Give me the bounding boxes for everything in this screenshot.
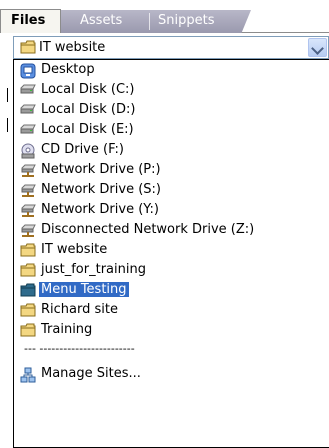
folder-icon xyxy=(20,323,36,337)
dropdown-item-label: Local Disk (D:) xyxy=(41,102,136,117)
dropdown-item-label: Disconnected Network Drive (Z:) xyxy=(41,222,255,237)
network-drive-icon xyxy=(20,223,36,239)
site-select-value: IT website xyxy=(39,40,106,55)
site-dropdown-list: Desktop Local Disk (C:) Local Disk (D:) Loc… xyxy=(13,59,329,448)
dropdown-item[interactable]: Local Disk (C:) xyxy=(16,80,316,100)
dropdown-item[interactable]: Disconnected Network Drive (Z:) xyxy=(16,220,316,240)
dropdown-item[interactable]: Richard site xyxy=(16,300,316,320)
folder-icon xyxy=(20,303,36,317)
dropdown-item[interactable]: CD Drive (F:) xyxy=(16,140,316,160)
folder-icon xyxy=(20,283,36,297)
manage-sites-item[interactable]: Manage Sites... xyxy=(16,364,316,384)
dropdown-item-label: Richard site xyxy=(41,302,118,317)
dropdown-item-label: just_for_training xyxy=(41,262,146,277)
hard-disk-icon xyxy=(20,103,36,115)
dropdown-item-label: Local Disk (E:) xyxy=(41,122,134,137)
dropdown-item-label: Local Disk (C:) xyxy=(41,82,135,97)
dropdown-item[interactable]: just_for_training xyxy=(16,260,316,280)
dropdown-item-label: Network Drive (S:) xyxy=(41,182,161,197)
separator-text: --- ------------------------ xyxy=(24,342,135,355)
dropdown-item-label: Training xyxy=(41,322,93,337)
dropdown-item-label: CD Drive (F:) xyxy=(41,142,125,157)
dropdown-item-label: IT website xyxy=(41,242,108,257)
manage-sites-icon xyxy=(20,367,36,383)
cd-drive-icon xyxy=(20,143,36,159)
tab-snippets[interactable]: Snippets xyxy=(158,10,214,33)
dropdown-item[interactable]: Network Drive (S:) xyxy=(16,180,316,200)
tab-assets[interactable]: Assets xyxy=(80,10,122,33)
dropdown-item[interactable]: Menu Testing xyxy=(16,280,316,300)
dropdown-item[interactable]: IT website xyxy=(16,240,316,260)
chevron-down-icon[interactable] xyxy=(308,38,327,57)
desktop-icon xyxy=(20,63,36,79)
gutter-mark xyxy=(7,118,8,132)
network-drive-icon xyxy=(20,203,36,219)
manage-sites-label: Manage Sites... xyxy=(41,366,141,381)
dropdown-item[interactable]: Training xyxy=(16,320,316,340)
folder-icon xyxy=(20,243,36,257)
dropdown-separator: --- ------------------------ xyxy=(16,340,316,360)
tab-separator xyxy=(149,13,150,30)
site-select[interactable]: IT website xyxy=(13,36,329,59)
hard-disk-icon xyxy=(20,83,36,95)
tab-files[interactable]: Files xyxy=(0,9,61,33)
dropdown-item-label: Menu Testing xyxy=(39,282,129,297)
dropdown-item[interactable]: Network Drive (Y:) xyxy=(16,200,316,220)
hard-disk-icon xyxy=(20,123,36,135)
folder-icon xyxy=(20,40,36,54)
dropdown-item[interactable]: Desktop xyxy=(16,60,316,80)
folder-icon xyxy=(20,263,36,277)
dropdown-item[interactable]: Local Disk (E:) xyxy=(16,120,316,140)
dropdown-item[interactable]: Network Drive (P:) xyxy=(16,160,316,180)
network-drive-icon xyxy=(20,163,36,179)
panel-tab-strip: Files Assets Snippets xyxy=(0,0,329,33)
dropdown-item-label: Network Drive (Y:) xyxy=(41,202,159,217)
dropdown-item[interactable]: Local Disk (D:) xyxy=(16,100,316,120)
network-drive-icon xyxy=(20,183,36,199)
gutter-mark xyxy=(7,88,8,102)
dropdown-item-label: Desktop xyxy=(41,62,95,77)
dropdown-item-label: Network Drive (P:) xyxy=(41,162,161,177)
